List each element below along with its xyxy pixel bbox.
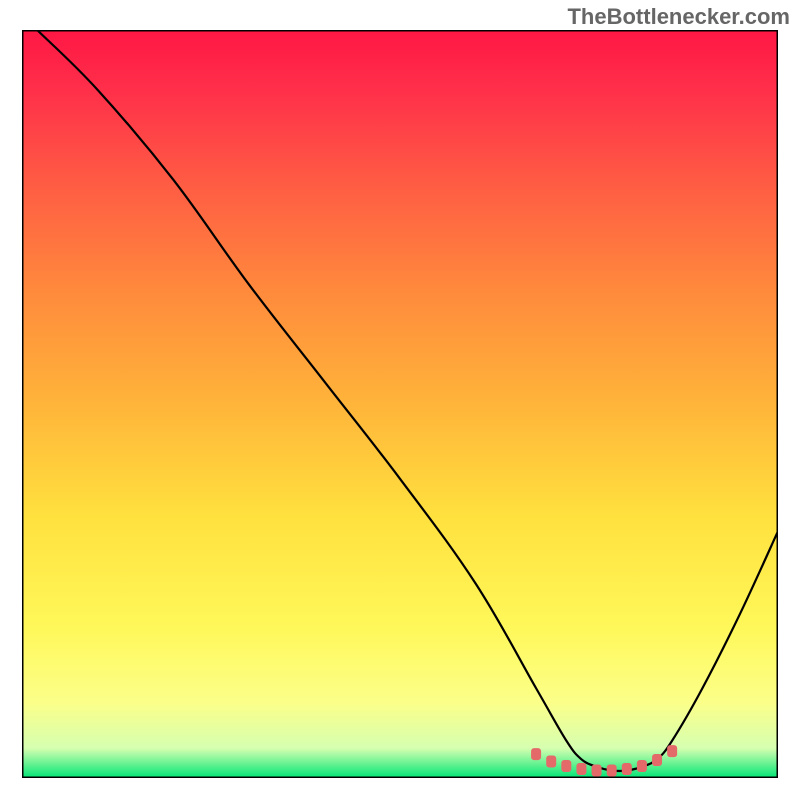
highlight-marker: [637, 760, 647, 772]
highlight-marker: [652, 754, 662, 766]
highlight-marker: [531, 748, 541, 760]
highlight-marker: [576, 763, 586, 775]
highlight-marker: [561, 760, 571, 772]
plot-frame: [22, 30, 778, 778]
highlight-marker: [622, 763, 632, 775]
chart-container: TheBottlenecker.com: [0, 0, 800, 800]
highlight-marker: [667, 745, 677, 757]
gradient-background: [22, 30, 778, 778]
watermark-text: TheBottlenecker.com: [567, 4, 790, 30]
highlight-marker: [607, 765, 617, 777]
highlight-marker: [592, 765, 602, 777]
chart-svg: [22, 30, 778, 778]
highlight-marker: [546, 756, 556, 768]
